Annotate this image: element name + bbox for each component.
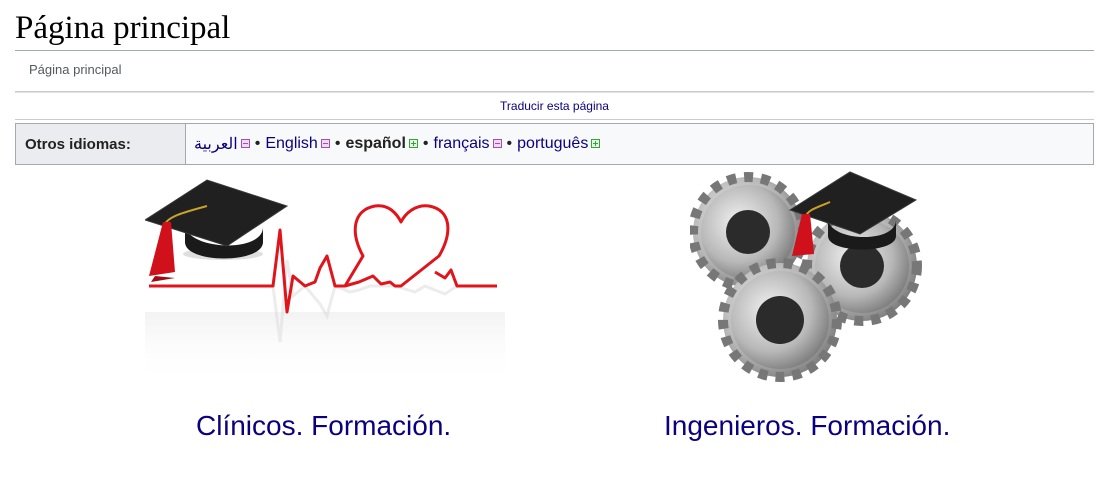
page-title: Página principal xyxy=(15,10,231,46)
graduation-cap-gears-image[interactable] xyxy=(690,170,930,385)
language-separator: • xyxy=(422,135,429,152)
partial-translation-icon xyxy=(320,138,330,148)
language-current-spanish: español xyxy=(345,135,406,152)
title-divider xyxy=(15,50,1094,51)
language-separator: • xyxy=(506,135,513,152)
language-separator: • xyxy=(254,135,261,152)
language-separator: • xyxy=(334,135,341,152)
clinicos-formacion-link[interactable]: Clínicos. Formación. xyxy=(196,410,451,442)
language-link-arabic[interactable]: العربية xyxy=(194,134,238,154)
section-divider xyxy=(15,91,1094,93)
graduation-cap-heartbeat-image[interactable] xyxy=(145,172,505,384)
other-languages-box: Otros idiomas: العربية • English • españ… xyxy=(15,123,1094,165)
language-link-portuguese[interactable]: português xyxy=(517,135,588,153)
language-link-french[interactable]: français xyxy=(434,135,490,153)
translate-bar: Traducir esta página xyxy=(0,99,1109,113)
other-languages-header: Otros idiomas: xyxy=(16,124,186,164)
partial-translation-icon xyxy=(492,138,502,148)
breadcrumb: Página principal xyxy=(29,62,122,77)
section-divider xyxy=(15,119,1094,120)
translate-page-link[interactable]: Traducir esta página xyxy=(500,99,609,113)
complete-translation-icon xyxy=(591,138,601,148)
language-link-english[interactable]: English xyxy=(265,135,317,153)
complete-translation-icon xyxy=(408,138,418,148)
language-list: العربية • English • español • français •… xyxy=(186,124,601,164)
partial-translation-icon xyxy=(240,138,250,148)
ingenieros-formacion-link[interactable]: Ingenieros. Formación. xyxy=(664,410,950,442)
